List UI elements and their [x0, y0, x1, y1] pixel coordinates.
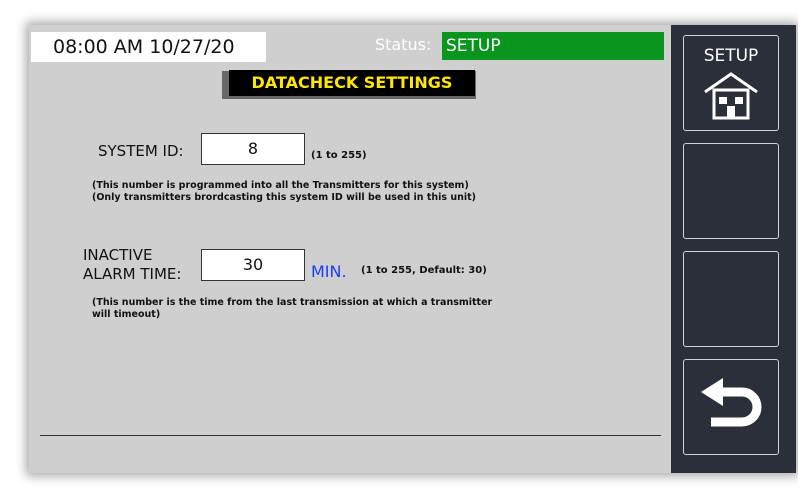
datetime-display: 08:00 AM 10/27/20	[31, 32, 266, 62]
system-id-input[interactable]: 8	[201, 133, 305, 165]
sidebar: SETUP	[671, 25, 796, 473]
inactive-alarm-note-2: will timeout)	[92, 309, 161, 320]
sidebar-empty-button-1[interactable]	[683, 143, 779, 239]
sidebar-empty-button-2[interactable]	[683, 251, 779, 347]
back-arrow-icon	[701, 378, 762, 427]
system-id-note-1: (This number is programmed into all the …	[92, 180, 469, 191]
main-panel: 08:00 AM 10/27/20 Status: SETUP DATACHEC…	[29, 25, 671, 473]
setup-button-label: SETUP	[703, 46, 759, 66]
system-id-note-2: (Only transmitters brordcasting this sys…	[92, 192, 477, 203]
status-badge: SETUP	[442, 32, 664, 60]
inactive-alarm-label-line2: ALARM TIME:	[83, 265, 182, 283]
home-icon	[704, 72, 758, 120]
status-label: Status:	[375, 35, 432, 54]
back-button[interactable]	[683, 359, 779, 455]
page-title: DATACHECK SETTINGS	[229, 70, 475, 96]
system-id-label: SYSTEM ID:	[98, 142, 184, 160]
system-id-range-hint: (1 to 255)	[311, 150, 367, 161]
setup-home-button[interactable]: SETUP	[683, 35, 779, 131]
inactive-alarm-label-line1: INACTIVE	[83, 246, 153, 264]
inactive-alarm-unit: MIN.	[311, 262, 347, 281]
divider	[40, 435, 661, 436]
inactive-alarm-range-hint: (1 to 255, Default: 30)	[361, 265, 487, 276]
screen-frame: 08:00 AM 10/27/20 Status: SETUP DATACHEC…	[29, 25, 796, 473]
inactive-alarm-input[interactable]: 30	[201, 249, 305, 281]
inactive-alarm-note-1: (This number is the time from the last t…	[92, 297, 493, 308]
